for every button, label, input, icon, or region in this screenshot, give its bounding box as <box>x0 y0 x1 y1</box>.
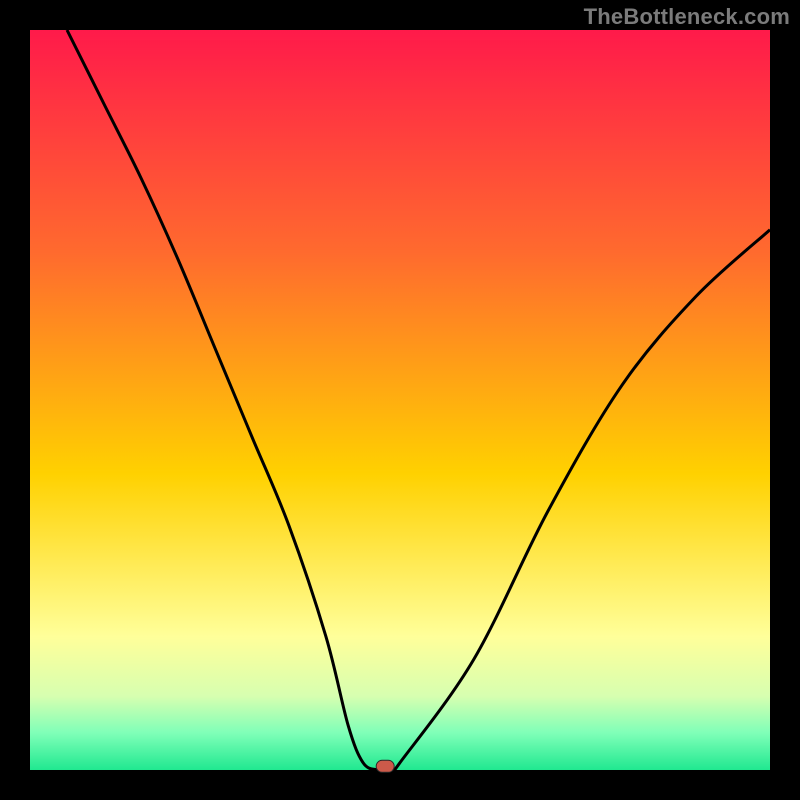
chart-frame: TheBottleneck.com <box>0 0 800 800</box>
optimal-point-marker <box>376 760 394 772</box>
watermark-text: TheBottleneck.com <box>584 4 790 30</box>
plot-background <box>30 30 770 770</box>
bottleneck-chart <box>0 0 800 800</box>
